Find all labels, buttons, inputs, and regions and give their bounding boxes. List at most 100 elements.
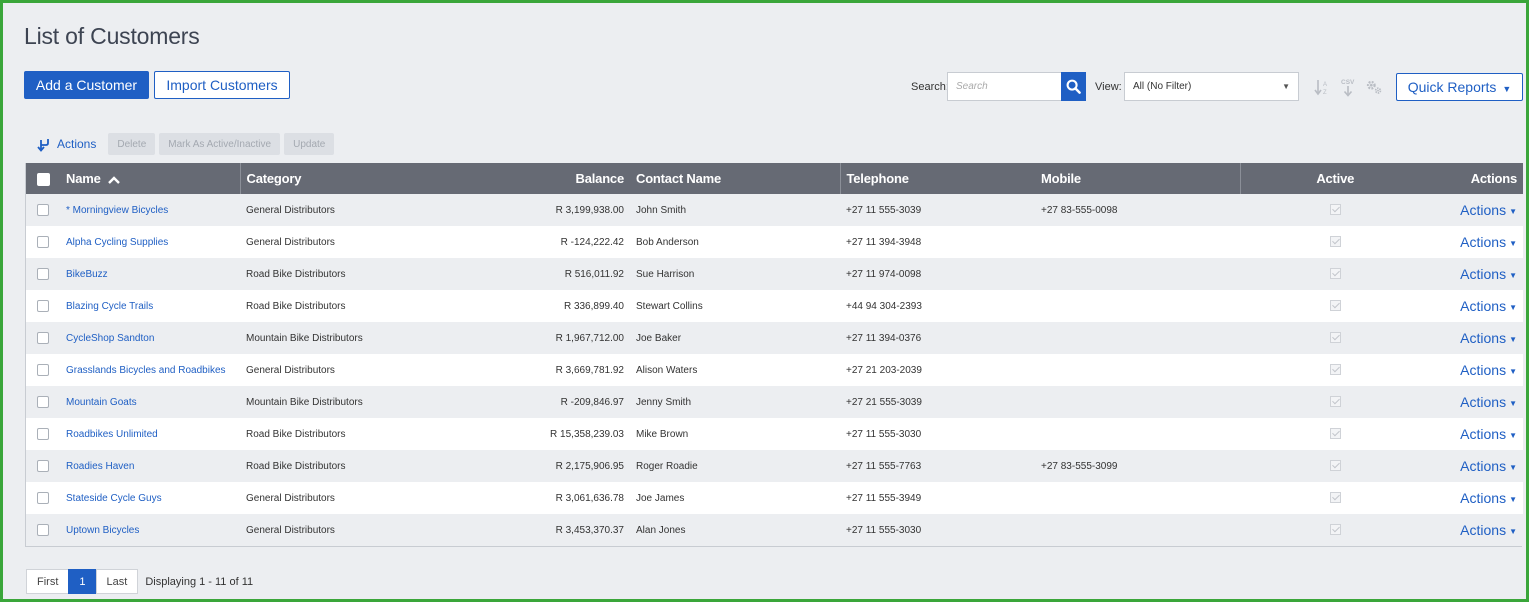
customer-name-link[interactable]: Stateside Cycle Guys — [66, 493, 162, 504]
customer-name-link[interactable]: Grasslands Bicycles and Roadbikes — [66, 365, 226, 376]
column-header-contact-name[interactable]: Contact Name — [630, 163, 840, 194]
customer-name-link[interactable]: Blazing Cycle Trails — [66, 301, 153, 312]
first-page-button[interactable]: First — [26, 569, 70, 594]
column-header-telephone[interactable]: Telephone — [839, 163, 1035, 194]
row-select-checkbox[interactable] — [26, 450, 60, 482]
row-actions-dropdown[interactable]: Actions ▼ — [1460, 202, 1517, 218]
balance-cell: R 1,967,712.00 — [555, 332, 624, 344]
row-actions-dropdown[interactable]: Actions ▼ — [1460, 234, 1517, 250]
table-row: Blazing Cycle Trails Road Bike Distributo… — [26, 290, 1523, 322]
select-all-checkbox[interactable] — [26, 163, 60, 194]
active-checkbox — [1329, 364, 1341, 376]
balance-cell: R 15,358,239.03 — [550, 428, 624, 440]
update-button[interactable]: Update — [284, 133, 335, 155]
caret-down-icon: ▼ — [1509, 430, 1517, 440]
category-cell: Mountain Bike Distributors — [246, 396, 363, 408]
table-row: * Morningview Bicycles General Distributo… — [26, 194, 1523, 226]
category-cell: Road Bike Distributors — [246, 268, 346, 280]
chevron-down-icon: ▼ — [1282, 82, 1290, 91]
customer-name-link[interactable]: Uptown Bicycles — [66, 525, 139, 536]
row-actions-label: Actions — [1460, 266, 1507, 282]
row-actions-dropdown[interactable]: Actions ▼ — [1460, 266, 1517, 282]
row-actions-label: Actions — [1460, 458, 1507, 474]
column-header-category[interactable]: Category — [239, 163, 410, 194]
csv-export-icon[interactable]: CSV — [1339, 77, 1357, 97]
balance-cell: R 516,011.92 — [564, 268, 624, 280]
contact-name-cell: Mike Brown — [636, 428, 689, 440]
row-select-checkbox[interactable] — [26, 418, 60, 450]
contact-name-cell: Roger Roadie — [636, 460, 698, 472]
column-header-name[interactable]: Name — [60, 163, 240, 194]
active-checkbox — [1329, 236, 1341, 248]
row-actions-dropdown[interactable]: Actions ▼ — [1460, 458, 1517, 474]
last-page-button[interactable]: Last — [95, 569, 139, 594]
sort-icon[interactable]: A Z — [1313, 77, 1331, 97]
row-actions-dropdown[interactable]: Actions ▼ — [1460, 394, 1517, 410]
delete-button[interactable]: Delete — [108, 133, 156, 155]
category-cell: Road Bike Distributors — [246, 460, 346, 472]
add-customer-button[interactable]: Add a Customer — [24, 71, 149, 99]
bulk-actions-bar: Actions Delete Mark As Active/Inactive U… — [35, 133, 338, 155]
customer-name-link[interactable]: * Morningview Bicycles — [66, 205, 168, 216]
row-select-checkbox[interactable] — [26, 482, 60, 514]
current-page-button[interactable]: 1 — [68, 569, 97, 594]
row-select-checkbox[interactable] — [26, 322, 60, 354]
import-customers-button[interactable]: Import Customers — [154, 71, 290, 99]
table-row: Uptown Bicycles General Distributors R 3,4… — [26, 514, 1523, 546]
active-checkbox — [1329, 428, 1341, 440]
row-select-checkbox[interactable] — [26, 258, 60, 290]
customer-name-link[interactable]: BikeBuzz — [66, 269, 108, 280]
row-actions-dropdown[interactable]: Actions ▼ — [1460, 330, 1517, 346]
row-select-checkbox[interactable] — [26, 354, 60, 386]
row-actions-label: Actions — [1460, 202, 1507, 218]
search-label: Search: — [911, 81, 949, 93]
contact-name-cell: John Smith — [636, 204, 687, 216]
mark-active-inactive-button[interactable]: Mark As Active/Inactive — [159, 133, 281, 155]
bulk-actions-toggle[interactable]: Actions — [35, 136, 96, 152]
column-header-balance[interactable]: Balance — [410, 163, 630, 194]
return-arrow-icon — [37, 139, 49, 152]
quick-reports-button[interactable]: Quick Reports ▼ — [1396, 73, 1523, 101]
row-actions-dropdown[interactable]: Actions ▼ — [1460, 362, 1517, 378]
customer-name-link[interactable]: Alpha Cycling Supplies — [66, 237, 168, 248]
row-actions-dropdown[interactable]: Actions ▼ — [1460, 426, 1517, 442]
mobile-cell — [1035, 354, 1240, 386]
table-row: Roadbikes Unlimited Road Bike Distributor… — [26, 418, 1523, 450]
search-input[interactable] — [947, 72, 1062, 101]
column-header-active[interactable]: Active — [1239, 163, 1430, 194]
category-cell: General Distributors — [246, 524, 335, 536]
table-row: CycleShop Sandton Mountain Bike Distribut… — [26, 322, 1523, 354]
contact-name-cell: Alan Jones — [636, 524, 686, 536]
customer-name-link[interactable]: Mountain Goats — [66, 397, 137, 408]
settings-icon[interactable] — [1365, 77, 1383, 97]
customer-name-link[interactable]: CycleShop Sandton — [66, 333, 154, 344]
active-checkbox — [1329, 300, 1341, 312]
row-actions-dropdown[interactable]: Actions ▼ — [1460, 298, 1517, 314]
caret-down-icon: ▼ — [1509, 462, 1517, 472]
column-header-actions: Actions — [1470, 171, 1517, 186]
row-actions-label: Actions — [1460, 522, 1507, 538]
balance-cell: R 3,669,781.92 — [555, 364, 624, 376]
customer-name-link[interactable]: Roadbikes Unlimited — [66, 429, 158, 440]
mobile-cell — [1035, 514, 1240, 546]
row-select-checkbox[interactable] — [26, 226, 60, 258]
search-button[interactable] — [1061, 72, 1086, 101]
balance-cell: R 3,199,938.00 — [555, 204, 624, 216]
telephone-cell: +27 11 394-3948 — [846, 236, 922, 248]
row-select-checkbox[interactable] — [26, 386, 60, 418]
telephone-cell: +27 11 555-3949 — [846, 492, 922, 504]
row-select-checkbox[interactable] — [26, 290, 60, 322]
table-row: BikeBuzz Road Bike Distributors R 516,011.… — [26, 258, 1523, 290]
category-cell: General Distributors — [246, 364, 335, 376]
category-cell: General Distributors — [246, 492, 335, 504]
balance-cell: R -124,222.42 — [560, 236, 624, 248]
row-actions-dropdown[interactable]: Actions ▼ — [1460, 522, 1517, 538]
customer-name-link[interactable]: Roadies Haven — [66, 461, 134, 472]
column-header-mobile[interactable]: Mobile — [1035, 163, 1240, 194]
row-select-checkbox[interactable] — [26, 194, 60, 226]
row-select-checkbox[interactable] — [26, 514, 60, 546]
row-actions-dropdown[interactable]: Actions ▼ — [1460, 490, 1517, 506]
svg-text:Z: Z — [1323, 90, 1327, 96]
table-row: Alpha Cycling Supplies General Distributo… — [26, 226, 1523, 258]
view-filter-select[interactable]: All (No Filter) ▼ — [1124, 72, 1299, 101]
